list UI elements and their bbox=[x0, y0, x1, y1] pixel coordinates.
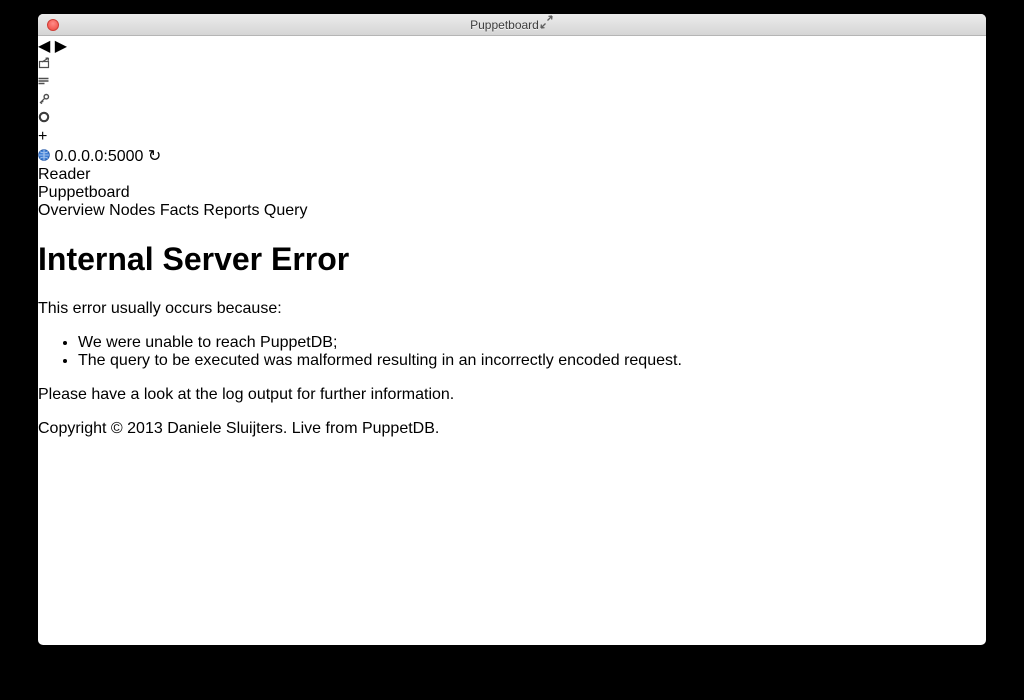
error-intro-text: This error usually occurs because: bbox=[38, 300, 986, 318]
url-text: 0.0.0.0:5000 bbox=[54, 148, 143, 165]
address-bar[interactable]: 0.0.0.0:5000 ↻ bbox=[38, 146, 986, 166]
navbar-brand[interactable]: Puppetboard bbox=[38, 184, 130, 201]
fullscreen-icon[interactable] bbox=[539, 15, 554, 34]
page-footer: Copyright © 2013 Daniele Sluijters. Live… bbox=[38, 420, 986, 438]
window-titlebar: Puppetboard bbox=[38, 14, 986, 36]
reading-list-button[interactable] bbox=[38, 74, 986, 92]
page-title: Internal Server Error bbox=[38, 241, 986, 278]
error-reason-item: We were unable to reach PuppetDB; bbox=[78, 334, 986, 352]
password-extension-button[interactable] bbox=[38, 92, 986, 110]
window-title: Puppetboard bbox=[470, 18, 539, 32]
nav-item-nodes[interactable]: Nodes bbox=[109, 202, 155, 219]
copyright-suffix: . bbox=[283, 420, 287, 437]
main-content: Internal Server Error This error usually… bbox=[38, 241, 986, 403]
reader-button[interactable]: Reader bbox=[38, 166, 986, 184]
refresh-icon[interactable]: ↻ bbox=[148, 148, 161, 165]
back-button[interactable]: ◀ bbox=[38, 38, 50, 55]
ring-extension-button[interactable] bbox=[38, 110, 986, 128]
share-button[interactable] bbox=[38, 56, 986, 74]
globe-favicon bbox=[38, 148, 54, 165]
navbar: Puppetboard Overview Nodes Facts Reports… bbox=[38, 184, 986, 220]
share-icon bbox=[38, 56, 50, 73]
key-icon bbox=[38, 92, 50, 109]
copyright-prefix: Copyright © 2013 bbox=[38, 420, 167, 437]
nav-item-overview[interactable]: Overview bbox=[38, 202, 105, 219]
browser-window: Puppetboard ◀ ▶ bbox=[38, 14, 986, 645]
history-nav-group: ◀ ▶ bbox=[38, 36, 986, 56]
nav-item-query[interactable]: Query bbox=[264, 202, 308, 219]
ring-icon bbox=[38, 110, 50, 127]
plus-icon: + bbox=[38, 128, 47, 145]
error-reason-item: The query to be executed was malformed r… bbox=[78, 352, 986, 370]
error-outro-text: Please have a look at the log output for… bbox=[38, 386, 986, 404]
zoom-button[interactable] bbox=[87, 19, 99, 31]
nav-items: Overview Nodes Facts Reports Query bbox=[38, 202, 986, 220]
minimize-button[interactable] bbox=[67, 19, 79, 31]
error-reason-list: We were unable to reach PuppetDB; The qu… bbox=[38, 334, 986, 370]
puppetdb-status-text: Live from PuppetDB. bbox=[292, 420, 440, 437]
reading-list-icon bbox=[38, 74, 49, 91]
copyright-text: Copyright © 2013 Daniele Sluijters. bbox=[38, 420, 287, 437]
nav-item-reports[interactable]: Reports bbox=[203, 202, 259, 219]
author-link[interactable]: Daniele Sluijters bbox=[167, 420, 283, 437]
browser-toolbar: ◀ ▶ bbox=[38, 36, 986, 184]
new-tab-button[interactable]: + bbox=[38, 128, 986, 146]
nav-item-facts[interactable]: Facts bbox=[160, 202, 199, 219]
close-button[interactable] bbox=[47, 19, 59, 31]
forward-button[interactable]: ▶ bbox=[55, 38, 67, 55]
web-page: Puppetboard Overview Nodes Facts Reports… bbox=[38, 184, 986, 438]
traffic-lights bbox=[47, 14, 99, 36]
